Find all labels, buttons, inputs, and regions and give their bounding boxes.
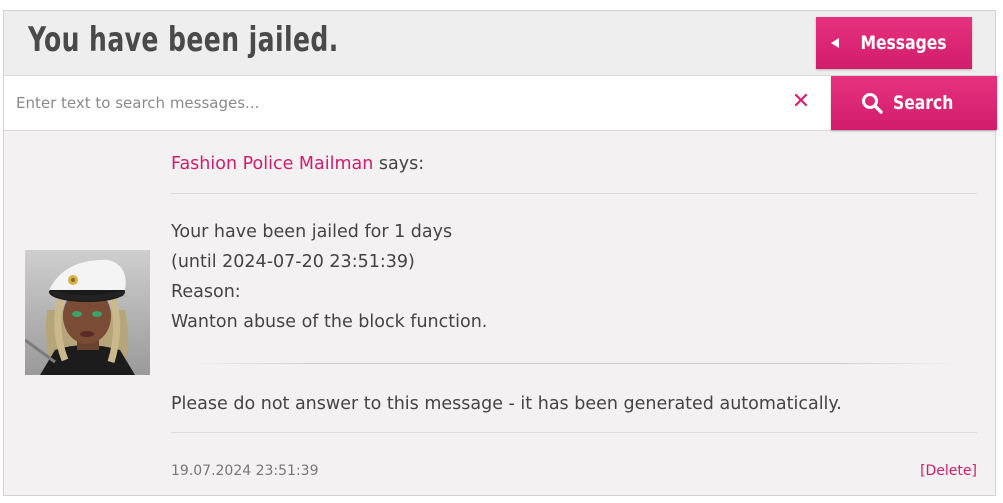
messages-back-button[interactable]: Messages (816, 17, 972, 69)
divider (171, 432, 977, 433)
messages-button-label: Messages (860, 32, 948, 54)
message-line: (until 2024-07-20 23:51:39) (171, 252, 415, 272)
sender-line: Fashion Police Mailman says: (171, 154, 424, 174)
divider (171, 193, 977, 194)
message-panel: You have been jailed. Messages ✕ Search (3, 10, 997, 496)
clear-search-icon[interactable]: ✕ (790, 90, 812, 114)
message-timestamp: 19.07.2024 23:51:39 (171, 463, 319, 479)
message-line: Your have been jailed for 1 days (171, 222, 453, 242)
sender-link[interactable]: Fashion Police Mailman (171, 154, 373, 174)
message-line: Wanton abuse of the block function. (171, 312, 488, 332)
page-header: You have been jailed. Messages (4, 11, 995, 76)
search-button-label: Search (893, 92, 954, 114)
page-title: You have been jailed. (28, 20, 339, 60)
triangle-left-icon (831, 38, 840, 48)
sender-avatar (25, 250, 150, 375)
search-input[interactable] (4, 76, 774, 130)
says-text: says: (373, 154, 425, 174)
message-line: Reason: (171, 282, 241, 302)
search-button[interactable]: Search (831, 76, 997, 130)
search-icon (862, 93, 883, 114)
search-bar: ✕ Search (4, 76, 997, 131)
divider (191, 363, 957, 364)
auto-generated-note: Please do not answer to this message - i… (171, 394, 842, 414)
delete-link[interactable]: [Delete] (920, 463, 977, 479)
